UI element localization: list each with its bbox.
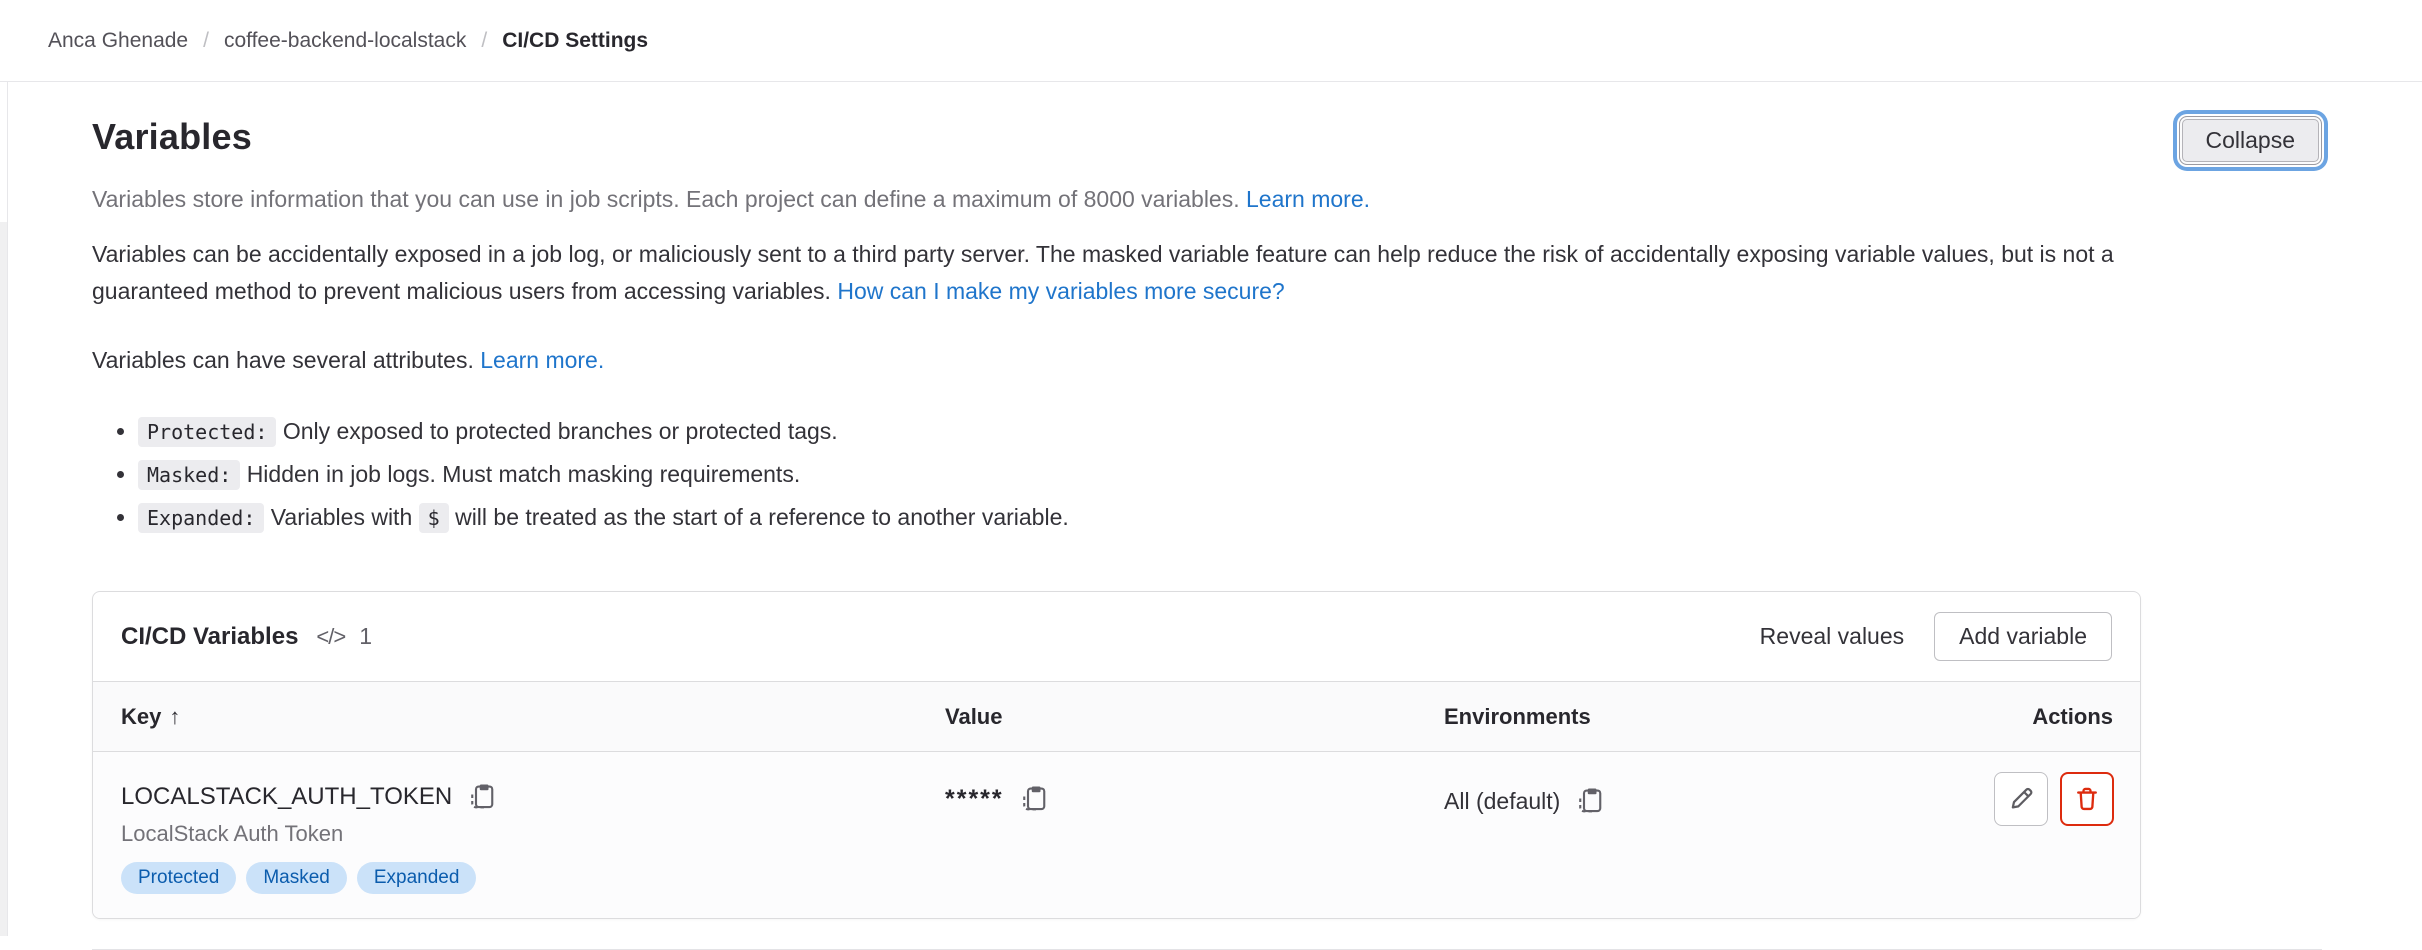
sidebar-edge — [0, 82, 8, 936]
variables-attributes-intro: Variables can have several attributes. L… — [92, 342, 2141, 379]
card-header: CI/CD Variables </> 1 Reveal values Add … — [93, 592, 2140, 681]
variables-warning: Variables can be accidentally exposed in… — [92, 236, 2141, 310]
attribute-protected-item: Protected: Only exposed to protected bra… — [138, 413, 2141, 451]
variables-count: 1 — [359, 623, 372, 650]
masked-code-chip: Masked: — [138, 460, 240, 490]
breadcrumb-project-link[interactable]: coffee-backend-localstack — [224, 29, 466, 53]
attribute-masked-item: Masked: Hidden in job logs. Must match m… — [138, 456, 2141, 494]
copy-icon — [1574, 786, 1604, 816]
protected-description: Only exposed to protected branches or pr… — [283, 418, 838, 444]
attribute-expanded-item: Expanded: Variables with $ will be treat… — [138, 499, 2141, 537]
breadcrumb-current-page: CI/CD Settings — [502, 29, 648, 53]
copy-icon — [466, 782, 496, 812]
cicd-variables-card: CI/CD Variables </> 1 Reveal values Add … — [92, 591, 2141, 919]
collapse-button[interactable]: Collapse — [2179, 116, 2323, 165]
attributes-learn-more-link[interactable]: Learn more. — [480, 347, 604, 373]
copy-value-button[interactable] — [1018, 784, 1048, 814]
table-header-row: Key ↑ Value Environments Actions — [93, 682, 2140, 752]
expanded-description-after: will be treated as the start of a refere… — [455, 504, 1069, 530]
add-variable-button[interactable]: Add variable — [1934, 612, 2112, 661]
code-icon: </> — [316, 624, 345, 650]
pencil-icon — [2007, 785, 2035, 813]
attributes-intro-text: Variables can have several attributes. — [92, 347, 474, 373]
expanded-description-before: Variables with — [271, 504, 412, 530]
learn-more-link[interactable]: Learn more. — [1246, 186, 1370, 212]
page-title: Variables — [92, 116, 252, 158]
badge-protected: Protected — [121, 862, 236, 894]
trash-icon — [2073, 785, 2101, 813]
reveal-values-button[interactable]: Reveal values — [1740, 613, 1924, 660]
variables-table: Key ↑ Value Environments Actions LOCALSTA… — [93, 681, 2140, 918]
masked-description: Hidden in job logs. Must match masking r… — [247, 461, 801, 487]
breadcrumb: Anca Ghenade / coffee-backend-localstack… — [0, 0, 2422, 82]
badge-expanded: Expanded — [357, 862, 477, 894]
badge-masked: Masked — [246, 862, 347, 894]
expanded-code-chip: Expanded: — [138, 503, 264, 533]
description-text: Variables store information that you can… — [92, 186, 1240, 212]
copy-environments-button[interactable] — [1574, 786, 1604, 816]
environments-column-header: Environments — [1444, 682, 1894, 752]
breadcrumb-separator: / — [203, 29, 209, 53]
dollar-code-chip: $ — [419, 503, 449, 533]
protected-code-chip: Protected: — [138, 417, 276, 447]
variables-settings-section: Variables Collapse Variables store infor… — [92, 82, 2322, 950]
copy-icon — [1018, 784, 1048, 814]
key-column-header[interactable]: Key ↑ — [93, 682, 945, 752]
variable-key: LOCALSTACK_AUTH_TOKEN — [121, 783, 452, 811]
variable-description: LocalStack Auth Token — [121, 821, 945, 847]
breadcrumb-group-link[interactable]: Anca Ghenade — [48, 29, 188, 53]
edit-variable-button[interactable] — [1994, 772, 2048, 826]
attributes-list: Protected: Only exposed to protected bra… — [92, 413, 2141, 537]
variable-badges: Protected Masked Expanded — [121, 862, 945, 894]
delete-variable-button[interactable] — [2060, 772, 2114, 826]
breadcrumb-separator: / — [481, 29, 487, 53]
variable-row: LOCALSTACK_AUTH_TOKEN LocalStack Aut — [93, 752, 2140, 919]
variables-description: Variables store information that you can… — [92, 181, 2141, 218]
variable-masked-value: ***** — [945, 785, 1004, 814]
variables-secure-link[interactable]: How can I make my variables more secure? — [837, 278, 1284, 304]
card-title: CI/CD Variables — [121, 623, 298, 651]
sort-ascending-icon: ↑ — [169, 704, 180, 729]
value-column-header: Value — [945, 682, 1444, 752]
copy-key-button[interactable] — [466, 782, 496, 812]
variable-environments: All (default) — [1444, 788, 1560, 815]
actions-column-header: Actions — [1894, 682, 2140, 752]
key-header-label: Key — [121, 704, 161, 729]
